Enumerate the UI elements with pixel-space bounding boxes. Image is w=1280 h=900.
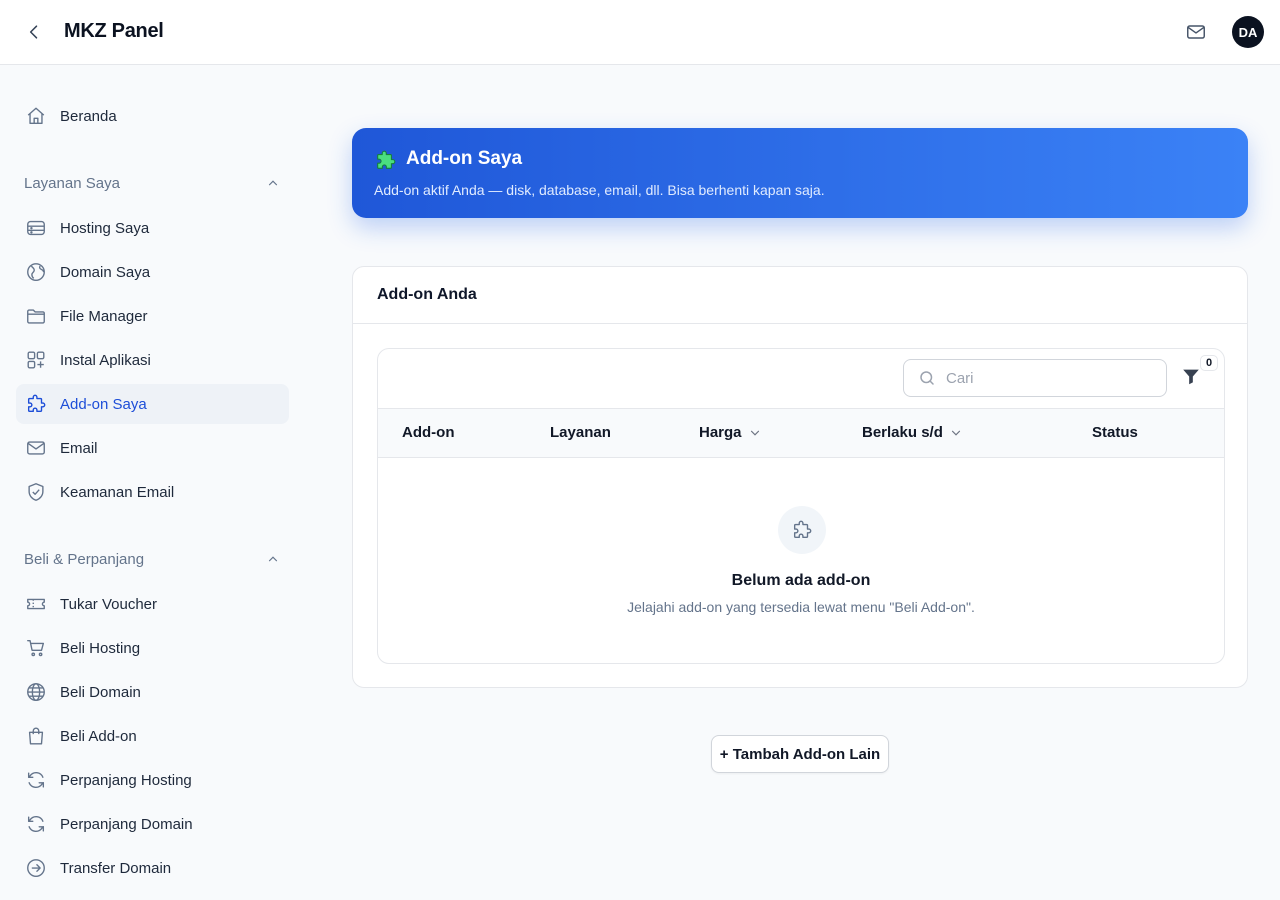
sidebar-item-label: Perpanjang Hosting <box>60 771 192 789</box>
sidebar-item-label: File Manager <box>60 307 148 325</box>
chevron-down-icon <box>951 430 960 436</box>
puzzle-icon <box>377 150 396 169</box>
globe-icon <box>24 260 48 284</box>
sidebar: Beranda Layanan Saya Hosting Saya Domain… <box>0 65 305 900</box>
column-header-layanan: Layanan <box>550 424 611 441</box>
empty-state-subtitle: Jelajahi add-on yang tersedia lewat menu… <box>627 599 975 615</box>
sidebar-item-domain-saya[interactable]: Domain Saya <box>16 252 289 292</box>
arrow-circle-right-icon <box>24 856 48 880</box>
sidebar-item-label: Transfer Domain <box>60 859 172 877</box>
sidebar-item-tukar-voucher[interactable]: Tukar Voucher <box>16 584 289 624</box>
addons-table: 0 Add-on Layanan Harga Berlaku s/d Statu… <box>377 348 1225 664</box>
sidebar-item-transfer-domain[interactable]: Transfer Domain <box>16 848 289 888</box>
mail-icon <box>1187 25 1205 39</box>
sidebar-item-label: Perpanjang Domain <box>60 815 193 833</box>
shield-check-icon <box>24 480 48 504</box>
chevron-up-icon <box>268 556 278 562</box>
sidebar-item-label: Beli Add-on <box>60 727 137 745</box>
filter-icon <box>1183 369 1199 385</box>
chevron-down-icon <box>750 430 759 436</box>
filter-count-badge: 0 <box>1200 355 1218 371</box>
page-title: Add-on Saya <box>406 148 523 169</box>
puzzle-icon <box>793 520 812 539</box>
ticket-icon <box>24 592 48 616</box>
search-icon <box>920 371 934 385</box>
sidebar-item-perpanjang-domain[interactable]: Perpanjang Domain <box>16 804 289 844</box>
refresh-icon <box>24 812 48 836</box>
column-header-berlaku[interactable]: Berlaku s/d <box>862 424 963 441</box>
section-title: Beli & Perpanjang <box>24 550 145 568</box>
section-toggle-layanan-saya[interactable]: Layanan Saya <box>24 171 280 195</box>
sidebar-item-beli-domain[interactable]: Beli Domain <box>16 672 289 712</box>
sidebar-item-label: Domain Saya <box>60 263 151 281</box>
top-bar: MKZ Panel DA <box>0 0 1280 65</box>
sidebar-item-file-manager[interactable]: File Manager <box>16 296 289 336</box>
sidebar-item-label: Instal Aplikasi <box>60 351 151 369</box>
table-header: Add-on Layanan Harga Berlaku s/d Status <box>378 408 1224 458</box>
apps-icon <box>24 348 48 372</box>
section-title: Layanan Saya <box>24 174 120 192</box>
empty-state-title: Belum ada add-on <box>731 572 871 589</box>
globe-icon <box>24 680 48 704</box>
sidebar-item-email[interactable]: Email <box>16 428 289 468</box>
addons-card: Add-on Anda 0 Add-on Layanan Harga Berla… <box>352 266 1248 688</box>
sidebar-item-label: Hosting Saya <box>60 219 150 237</box>
chevron-left-icon <box>29 25 38 39</box>
puzzle-icon <box>24 392 48 416</box>
search-box[interactable] <box>903 359 1167 397</box>
messages-button[interactable] <box>1184 20 1208 44</box>
add-addon-button[interactable]: + Tambah Add-on Lain <box>711 735 889 773</box>
column-header-status: Status <box>1092 424 1138 441</box>
back-button[interactable] <box>22 20 46 44</box>
sidebar-item-label: Tukar Voucher <box>60 595 157 613</box>
avatar[interactable]: DA <box>1232 16 1264 48</box>
sidebar-item-label: Email <box>60 439 98 457</box>
sidebar-item-label: Add-on Saya <box>60 395 147 413</box>
sidebar-item-add-on-saya[interactable]: Add-on Saya <box>16 384 289 424</box>
refresh-icon <box>24 768 48 792</box>
card-title: Add-on Anda <box>377 286 477 303</box>
sidebar-item-label: Keamanan Email <box>60 483 175 501</box>
section-toggle-beli-perpanjang[interactable]: Beli & Perpanjang <box>24 547 280 571</box>
column-header-add-on: Add-on <box>402 424 455 441</box>
mail-icon <box>24 436 48 460</box>
shopping-bag-icon <box>24 724 48 748</box>
column-label: Berlaku s/d <box>862 424 943 441</box>
sidebar-item-label: Beranda <box>60 107 117 125</box>
sidebar-item-beli-add-on[interactable]: Beli Add-on <box>16 716 289 756</box>
page-banner: Add-on Saya Add-on aktif Anda — disk, da… <box>352 128 1248 218</box>
sidebar-item-hosting-saya[interactable]: Hosting Saya <box>16 208 289 248</box>
sidebar-item-instal-aplikasi[interactable]: Instal Aplikasi <box>16 340 289 380</box>
sidebar-item-beranda[interactable]: Beranda <box>16 96 289 136</box>
sidebar-item-beli-hosting[interactable]: Beli Hosting <box>16 628 289 668</box>
column-header-harga[interactable]: Harga <box>699 424 762 441</box>
app-title: MKZ Panel <box>64 20 164 42</box>
server-icon <box>24 216 48 240</box>
sidebar-item-keamanan-email[interactable]: Keamanan Email <box>16 472 289 512</box>
sidebar-item-label: Beli Domain <box>60 683 141 701</box>
home-icon <box>24 104 48 128</box>
folder-icon <box>24 304 48 328</box>
chevron-up-icon <box>268 180 278 186</box>
card-divider <box>353 323 1247 324</box>
search-input[interactable] <box>946 369 1146 387</box>
sidebar-item-perpanjang-hosting[interactable]: Perpanjang Hosting <box>16 760 289 800</box>
empty-state-icon <box>778 506 826 554</box>
sidebar-item-label: Beli Hosting <box>60 639 141 657</box>
page-subtitle: Add-on aktif Anda — disk, database, emai… <box>374 182 825 198</box>
cart-icon <box>24 636 48 660</box>
column-label: Harga <box>699 424 742 441</box>
